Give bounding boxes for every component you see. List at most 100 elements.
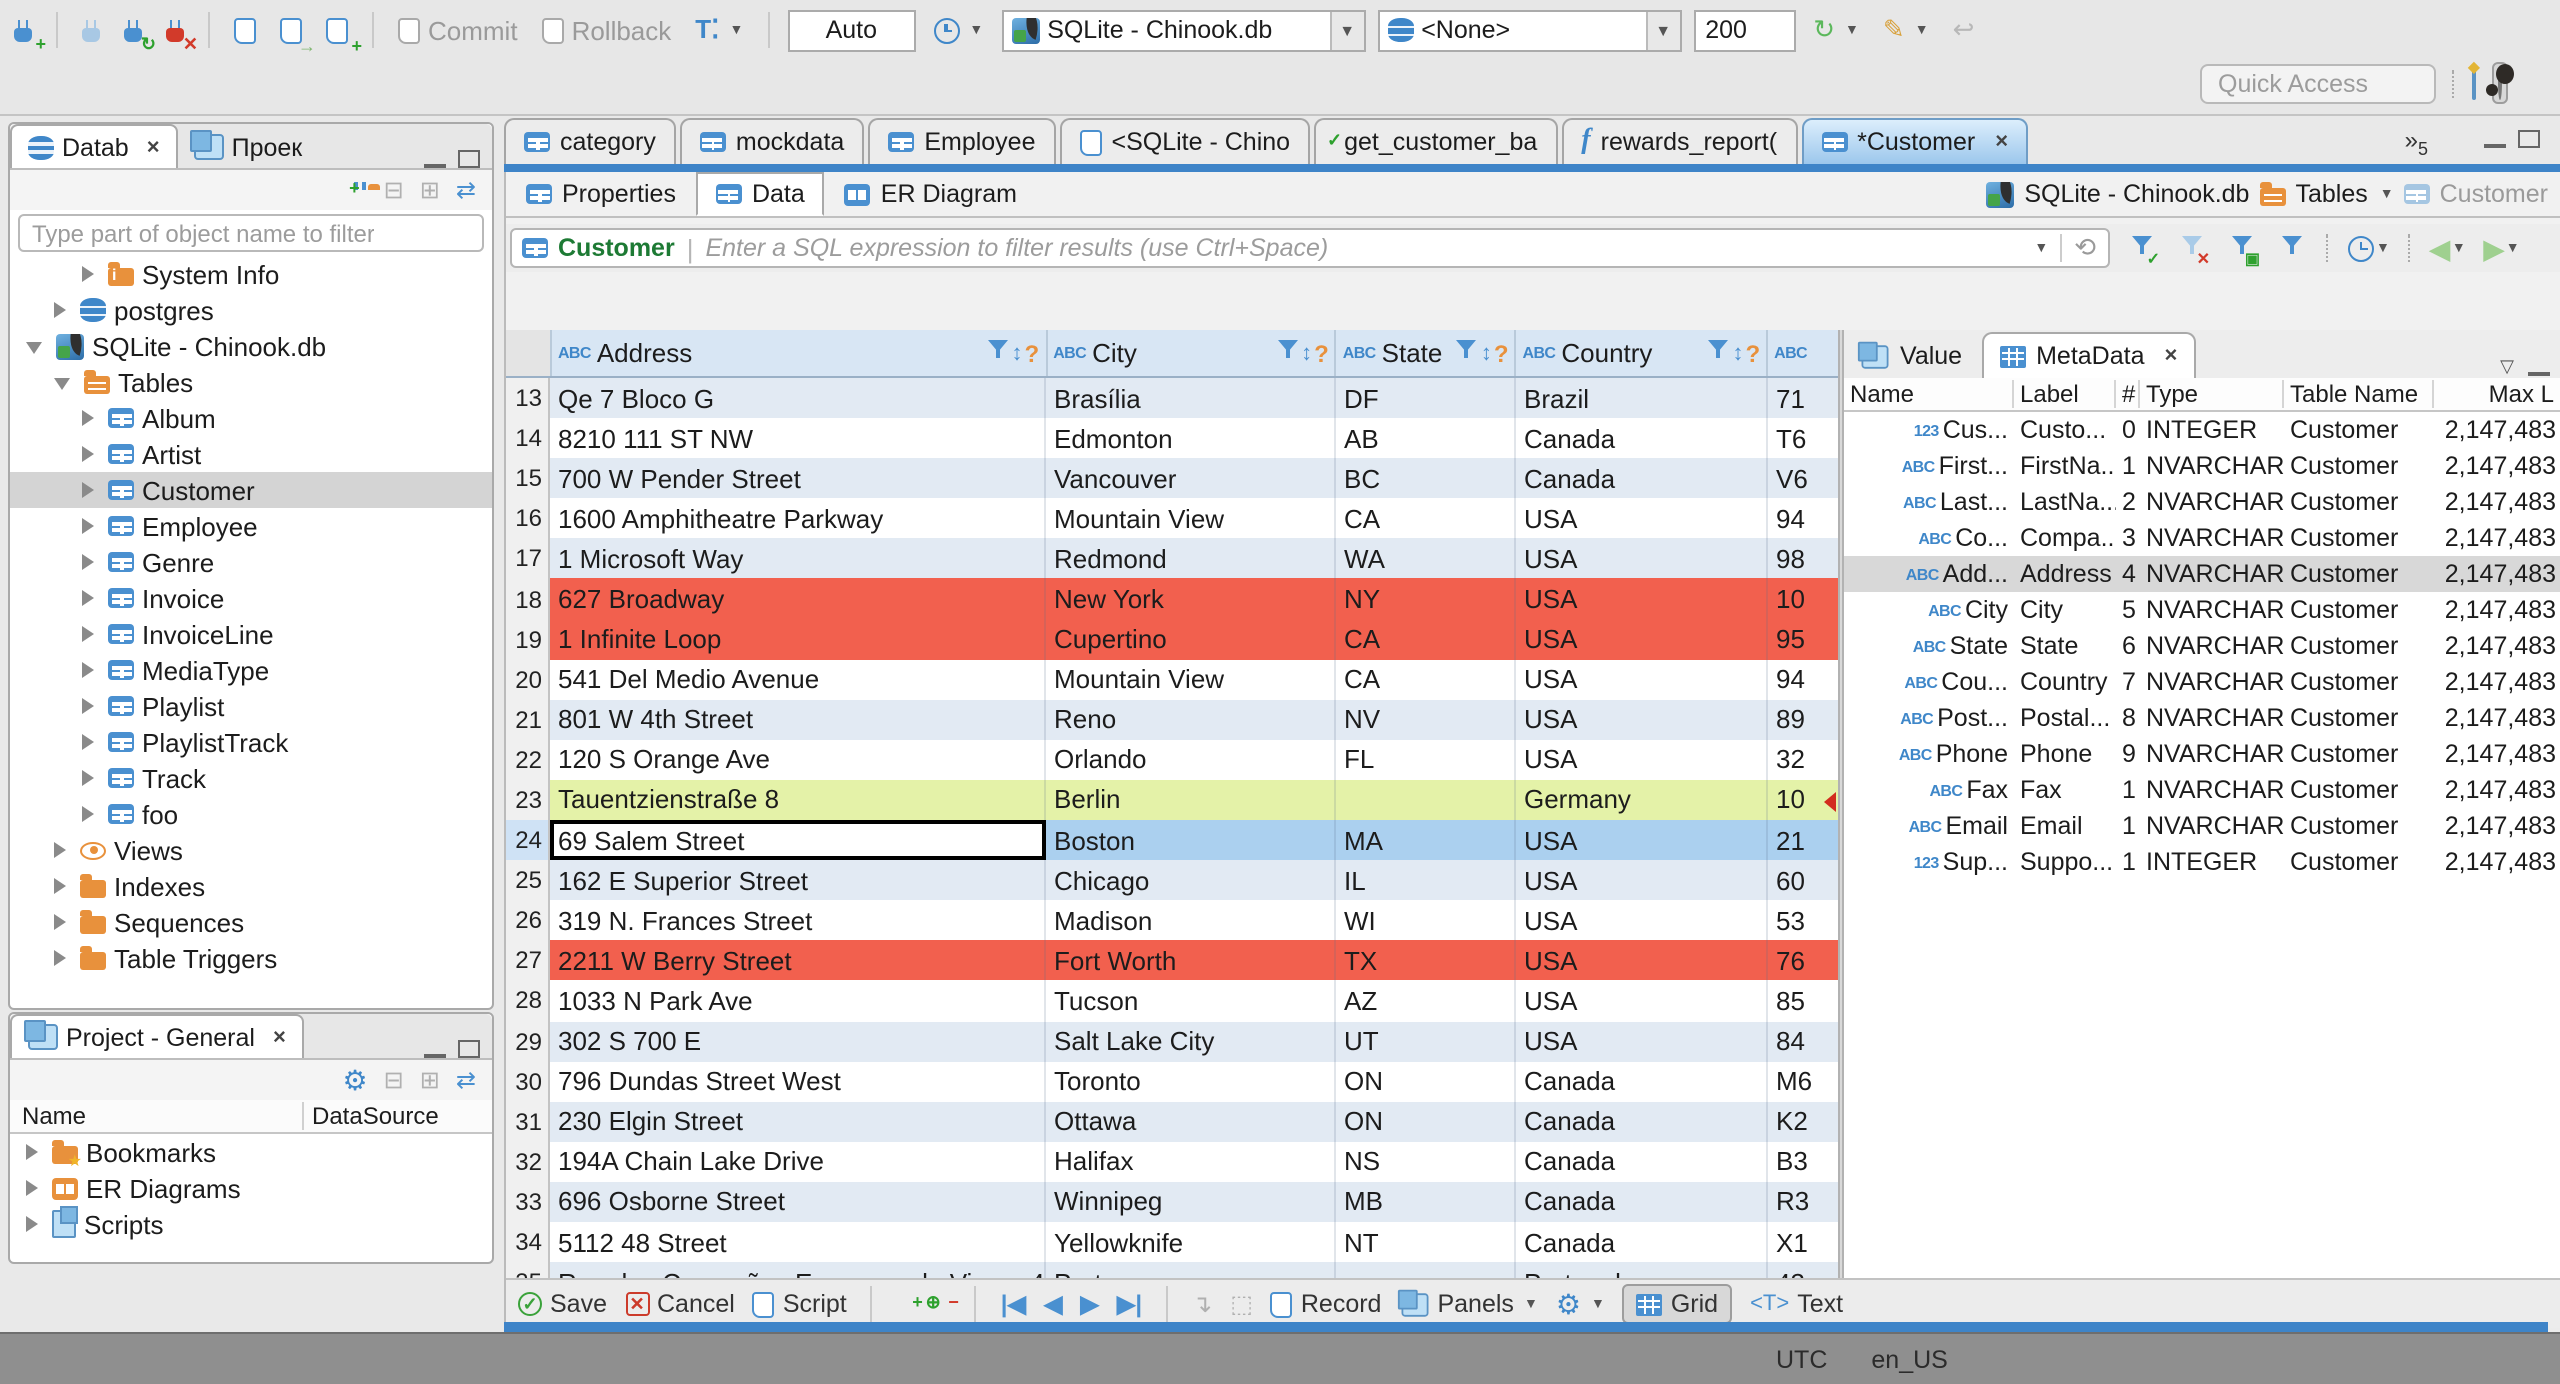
cell-address[interactable]: 2211 W Berry Street [550, 940, 1046, 981]
settings-button[interactable]: ⚙ ▼ [1556, 1290, 1605, 1318]
transaction-log-button[interactable]: ▼ [927, 13, 989, 47]
tree-item-genre[interactable]: Genre [10, 544, 492, 580]
cell-address[interactable]: 1 Infinite Loop [550, 619, 1046, 660]
close-icon[interactable]: × [273, 1025, 286, 1049]
editor-tab--customer[interactable]: *Customer × [1801, 118, 2029, 164]
column-filter-icon[interactable] [1275, 338, 1299, 368]
first-row-button[interactable]: |◀ [1001, 1290, 1026, 1318]
sql-editor-button[interactable] [228, 13, 262, 47]
column-sort-icon[interactable]: ↕ [1481, 341, 1492, 365]
column-header-state[interactable]: ABC State ↕? [1337, 330, 1517, 376]
table-row[interactable]: 16 1600 Amphitheatre Parkway Mountain View… [506, 498, 1838, 539]
tree-item-playlisttrack[interactable]: PlaylistTrack [10, 724, 492, 760]
navigator-filter-input[interactable]: Type part of object name to filter [18, 214, 484, 252]
table-row[interactable]: 15 700 W Pender Street Vancouver BC Canada V6 [506, 458, 1838, 499]
tree-item-foo[interactable]: foo [10, 796, 492, 832]
cell-postal[interactable]: 60 [1768, 860, 1838, 900]
row-number[interactable]: 19 [506, 619, 550, 660]
tab-properties[interactable]: Properties [506, 172, 696, 216]
column-header-name[interactable]: Name [10, 1102, 302, 1130]
filter-apply-button[interactable]: ✓ [2126, 233, 2160, 266]
metadata-column-header-name[interactable]: Name [1844, 380, 2014, 408]
cell-address[interactable]: Tauentzienstraße 8 [550, 779, 1046, 821]
expand-arrow-icon[interactable] [82, 482, 94, 498]
row-number[interactable]: 22 [506, 739, 550, 780]
cell-state[interactable]: NV [1336, 699, 1516, 740]
metadata-row[interactable]: ABC Last... LastNa... 2 NVARCHAR Customer 2,14… [1844, 484, 2560, 520]
cell-state[interactable]: CA [1336, 619, 1516, 660]
row-number[interactable]: 24 [506, 820, 550, 861]
row-number[interactable]: 34 [506, 1221, 550, 1263]
row-number[interactable]: 18 [506, 578, 550, 620]
script-button[interactable]: Script [752, 1290, 847, 1318]
cell-postal[interactable]: 53 [1768, 900, 1838, 940]
row-number[interactable]: 25 [506, 860, 550, 901]
open-perspective-button[interactable] [2472, 66, 2476, 100]
column-header-city[interactable]: ABC City ↕? [1047, 330, 1337, 376]
cell-state[interactable]: ON [1336, 1061, 1516, 1102]
cell-city[interactable]: Toronto [1046, 1061, 1336, 1102]
cell-state[interactable]: BC [1336, 458, 1516, 499]
cell-country[interactable]: Brazil [1516, 378, 1768, 419]
row-number[interactable]: 31 [506, 1101, 550, 1142]
editor-tab-mockdata[interactable]: mockdata [679, 118, 865, 164]
metadata-row[interactable]: ABC City City 5 NVARCHAR Customer 2,147,483 [1844, 592, 2560, 628]
table-row[interactable]: 24 69 Salem Street Boston MA USA 21 [506, 820, 1838, 861]
cell-state[interactable]: DF [1336, 378, 1516, 419]
cell-city[interactable]: Halifax [1046, 1141, 1336, 1182]
table-row[interactable]: 19 1 Infinite Loop Cupertino CA USA 95 [506, 619, 1838, 660]
tree-item-album[interactable]: Album [10, 400, 492, 436]
cell-country[interactable]: USA [1516, 578, 1768, 620]
table-row[interactable]: 22 120 S Orange Ave Orlando FL USA 32 [506, 739, 1838, 780]
table-row[interactable]: 21 801 W 4th Street Reno NV USA 89 [506, 699, 1838, 740]
cell-city[interactable]: Ottawa [1046, 1101, 1336, 1142]
filter-remove-button[interactable]: ✕ [2176, 233, 2210, 266]
expand-arrow-icon[interactable] [54, 302, 66, 318]
table-row[interactable]: 35Rua dos Campeões Europeus de Viena, 43… [506, 1262, 1838, 1278]
tree-item-customer[interactable]: Customer [10, 472, 492, 508]
table-row[interactable]: 20 541 Del Medio Avenue Mountain View CA USA… [506, 659, 1838, 700]
cell-city[interactable]: Porto [1046, 1262, 1336, 1278]
collapse-all-button[interactable]: ⊟ [384, 176, 404, 204]
sql-filter-input[interactable]: Customer | Enter a SQL expression to fil… [510, 228, 2110, 268]
cell-country[interactable]: USA [1516, 538, 1768, 579]
metadata-row[interactable]: ABC Add... Address 4 NVARCHAR Customer 2,147,4… [1844, 556, 2560, 592]
project-item-bookmarks[interactable]: Bookmarks [10, 1134, 492, 1170]
transaction-mode-button[interactable]: T⁚ ▼ [689, 10, 749, 50]
cell-address[interactable]: 696 Osborne Street [550, 1181, 1046, 1222]
connection-dropdown-arrow[interactable]: ▼ [1329, 11, 1364, 49]
cell-address[interactable]: 194A Chain Lake Drive [550, 1141, 1046, 1182]
tree-item-sqlite-chinook-db[interactable]: SQLite - Chinook.db [10, 328, 492, 364]
cell-country[interactable]: USA [1516, 739, 1768, 780]
cell-city[interactable]: Vancouver [1046, 458, 1336, 499]
cell-state[interactable] [1336, 1262, 1516, 1278]
dbeaver-perspective-button[interactable] [2492, 62, 2508, 104]
cell-postal[interactable]: X1 [1768, 1222, 1838, 1262]
cell-city[interactable]: Brasília [1046, 378, 1336, 419]
expand-arrow-icon[interactable] [26, 1216, 38, 1232]
last-row-button[interactable]: ▶| [1117, 1290, 1142, 1318]
row-number[interactable]: 27 [506, 940, 550, 981]
cell-address[interactable]: 319 N. Frances Street [550, 900, 1046, 941]
cell-postal[interactable]: B3 [1768, 1142, 1838, 1182]
cell-country[interactable]: Germany [1516, 779, 1768, 821]
auto-commit-select[interactable]: Auto [787, 9, 916, 51]
table-row[interactable]: 32 194A Chain Lake Drive Halifax NS Canada B3 [506, 1141, 1838, 1182]
cell-state[interactable]: MA [1336, 820, 1516, 861]
cell-state[interactable]: NT [1336, 1221, 1516, 1263]
row-number[interactable]: 32 [506, 1141, 550, 1182]
table-row[interactable]: 26 319 N. Frances Street Madison WI USA 53 [506, 900, 1838, 941]
cell-state[interactable]: UT [1336, 1021, 1516, 1062]
cell-city[interactable]: Fort Worth [1046, 940, 1336, 981]
cell-address[interactable]: 120 S Orange Ave [550, 739, 1046, 780]
cell-postal[interactable]: 94 [1768, 499, 1838, 539]
cell-country[interactable]: USA [1516, 1021, 1768, 1062]
row-number[interactable]: 28 [506, 980, 550, 1021]
row-number[interactable]: 13 [506, 378, 550, 419]
cell-country[interactable]: USA [1516, 900, 1768, 941]
table-row[interactable]: 30 796 Dundas Street West Toronto ON Canada M… [506, 1061, 1838, 1102]
panels-button[interactable]: Panels ▼ [1397, 1288, 1538, 1318]
quick-access-input[interactable]: Quick Access [2200, 63, 2436, 103]
fetch-size-input[interactable]: 200 [1693, 9, 1796, 51]
cell-country[interactable]: Canada [1516, 1221, 1768, 1263]
